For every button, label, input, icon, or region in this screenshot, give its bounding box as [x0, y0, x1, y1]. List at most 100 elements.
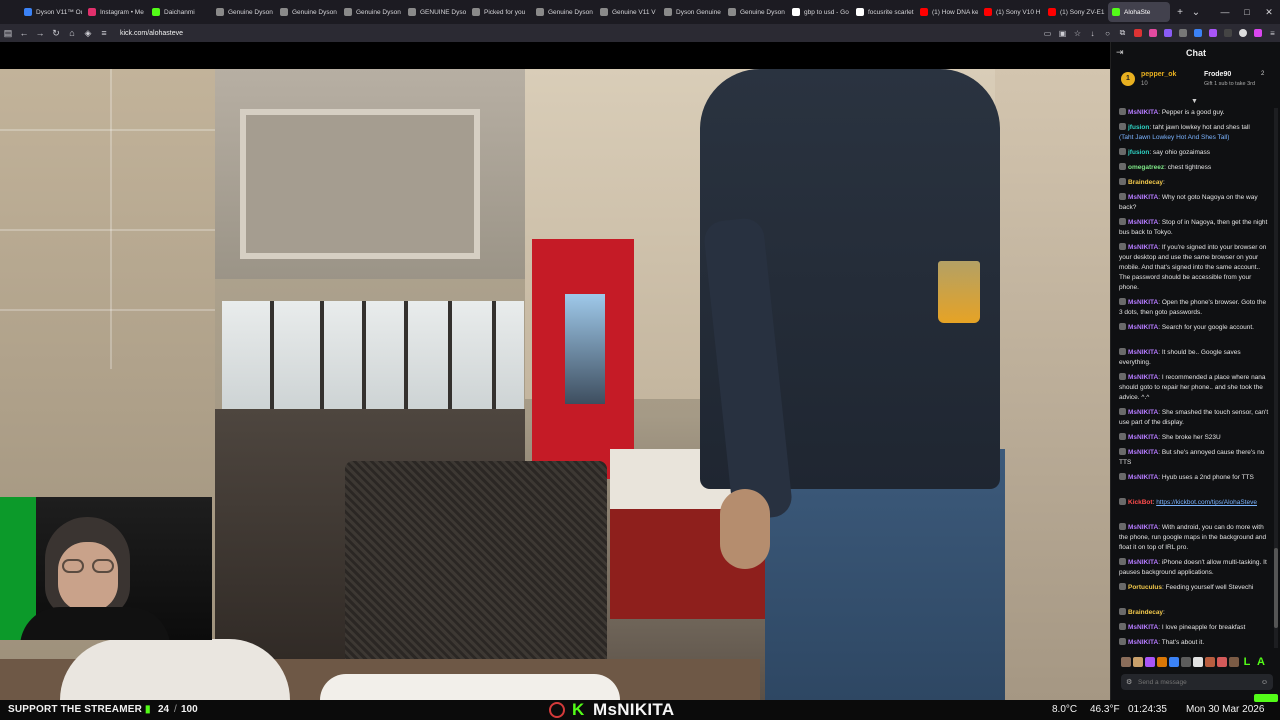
pinned-user-2[interactable]: Frode90	[1204, 71, 1231, 78]
browser-tab[interactable]: gbp to usd - Go	[788, 2, 850, 22]
home-icon[interactable]: ⌂	[64, 28, 80, 38]
send-button[interactable]	[1254, 694, 1278, 702]
shield-icon[interactable]: ◈	[80, 28, 96, 39]
chat-username[interactable]: MsNIKITA	[1128, 244, 1158, 251]
chat-username[interactable]: MsNIKITA	[1128, 434, 1158, 441]
emoji-icon[interactable]: ☺	[1261, 679, 1268, 686]
list-tabs-icon[interactable]: ⌄	[1188, 7, 1204, 18]
browser-tab[interactable]: (1) Sony V10 H	[980, 2, 1042, 22]
reader-view-icon[interactable]: ▭	[1040, 28, 1055, 38]
bookmark-star-icon[interactable]: ☆	[1070, 28, 1085, 38]
emote-icon[interactable]	[1157, 657, 1167, 667]
browser-tab[interactable]: Genuine V11 V	[596, 2, 658, 22]
emote-icon[interactable]	[1133, 657, 1143, 667]
close-icon[interactable]: ✕	[1258, 7, 1280, 18]
chat-username[interactable]: jfusion	[1128, 149, 1149, 156]
chat-username[interactable]: MsNIKITA	[1128, 639, 1158, 646]
browser-tab[interactable]: Dyson Genuine	[660, 2, 722, 22]
browser-tab[interactable]: (1) How DNA ke	[916, 2, 978, 22]
extension-red-icon[interactable]	[1130, 28, 1145, 38]
extension-purple-icon[interactable]	[1160, 28, 1175, 38]
chat-link[interactable]: https://kickbot.com/tips/AlohaSteve	[1156, 499, 1257, 506]
chat-username[interactable]: MsNIKITA	[1128, 624, 1158, 631]
chat-scroll-thumb[interactable]	[1274, 548, 1278, 628]
chat-username[interactable]: MsNIKITA	[1128, 299, 1158, 306]
browser-tab[interactable]: Picked for you	[468, 2, 530, 22]
browser-tab[interactable]: Genuine Dyson	[276, 2, 338, 22]
menu-icon[interactable]: ≡	[1265, 28, 1280, 38]
tab-favicon-icon	[152, 8, 160, 16]
extension-grey-icon[interactable]	[1175, 28, 1190, 38]
chat-username[interactable]: Portuculus	[1128, 584, 1162, 591]
stream-player[interactable]	[0, 42, 1110, 700]
chat-username[interactable]: KickBot	[1128, 499, 1153, 506]
chat-input-box[interactable]: ⚙ ☺	[1121, 674, 1273, 690]
chat-username[interactable]: Braindecay	[1128, 609, 1163, 616]
emote-icon[interactable]	[1229, 657, 1239, 667]
emote-icon[interactable]	[1205, 657, 1215, 667]
back-icon[interactable]: ←	[16, 28, 32, 38]
new-tab-icon[interactable]: +	[1172, 7, 1188, 18]
chat-username[interactable]: MsNIKITA	[1128, 324, 1158, 331]
pinned-user[interactable]: pepper_ok	[1141, 71, 1176, 78]
emote-icon[interactable]	[1181, 657, 1191, 667]
account-icon[interactable]: ○	[1100, 28, 1115, 38]
browser-tab[interactable]: Genuine Dyson	[724, 2, 786, 22]
chat-username[interactable]: MsNIKITA	[1128, 474, 1158, 481]
chat-username[interactable]: omegatreez	[1128, 164, 1164, 171]
browser-tab[interactable]: Genuine Dyson	[532, 2, 594, 22]
chat-message: jfusion: say ohio gozaimass	[1119, 148, 1271, 158]
url-bar[interactable]: kick.com/alohasteve	[120, 30, 1040, 37]
picture-in-picture-icon[interactable]: ▣	[1055, 28, 1070, 38]
chat-username[interactable]: MsNIKITA	[1128, 524, 1158, 531]
reload-icon[interactable]: ↻	[48, 28, 64, 39]
tab-favicon-icon	[856, 8, 864, 16]
chat-username[interactable]: MsNIKITA	[1128, 194, 1158, 201]
extension-magenta-icon[interactable]	[1250, 28, 1265, 38]
chat-title: Chat	[1186, 48, 1206, 58]
chat-username[interactable]: MsNIKITA	[1128, 109, 1158, 116]
forward-icon[interactable]: →	[32, 28, 48, 38]
user-badge-icon	[1119, 298, 1126, 305]
browser-tab[interactable]: Instagram • Me	[84, 2, 146, 22]
chat-username[interactable]: MsNIKITA	[1128, 409, 1158, 416]
extension-pink-icon[interactable]	[1145, 28, 1160, 38]
browser-tab[interactable]: focusrite scarlet	[852, 2, 914, 22]
minimize-icon[interactable]: —	[1214, 7, 1236, 17]
humidity: 46.3°F	[1090, 704, 1120, 715]
site-info-icon[interactable]: ≡	[96, 28, 112, 38]
emote-icon[interactable]	[1145, 657, 1155, 667]
emote-icon[interactable]	[1121, 657, 1131, 667]
chevron-down-icon[interactable]: ▼	[1191, 98, 1198, 105]
extensions-icon[interactable]: ⧉	[1115, 28, 1130, 38]
chat-username[interactable]: MsNIKITA	[1128, 559, 1158, 566]
chat-username[interactable]: jfusion	[1128, 124, 1149, 131]
message-input[interactable]	[1138, 678, 1261, 686]
browser-tab[interactable]: (1) Sony ZV-E1	[1044, 2, 1106, 22]
sidebar-toggle-icon[interactable]: ▤	[0, 28, 16, 39]
emote-icon[interactable]	[1169, 657, 1179, 667]
extension-violet-icon[interactable]	[1205, 28, 1220, 38]
browser-tab[interactable]: GENUINE Dyso	[404, 2, 466, 22]
chat-username[interactable]: MsNIKITA	[1128, 219, 1158, 226]
emote-letter-l[interactable]: L	[1241, 656, 1253, 668]
chat-username[interactable]: MsNIKITA	[1128, 349, 1158, 356]
emote-icon[interactable]	[1217, 657, 1227, 667]
browser-tab[interactable]: Daichanmi	[148, 2, 210, 22]
profile-icon[interactable]	[1235, 28, 1250, 38]
browser-tab[interactable]: Genuine Dyson	[212, 2, 274, 22]
extension-blue-icon[interactable]	[1190, 28, 1205, 38]
chat-username[interactable]: Braindecay	[1128, 179, 1163, 186]
chat-scrollbar[interactable]	[1274, 108, 1278, 648]
emote-letter-a[interactable]: A	[1255, 656, 1267, 668]
browser-tab[interactable]: Dyson V11™ Ou	[20, 2, 82, 22]
browser-tab[interactable]: Genuine Dyson	[340, 2, 402, 22]
emote-icon[interactable]	[1193, 657, 1203, 667]
chat-username[interactable]: MsNIKITA	[1128, 449, 1158, 456]
maximize-icon[interactable]: □	[1236, 7, 1258, 17]
chat-username[interactable]: MsNIKITA	[1128, 374, 1158, 381]
download-icon[interactable]: ↓	[1085, 28, 1100, 38]
chat-settings-icon[interactable]: ⚙	[1126, 678, 1138, 686]
browser-tab[interactable]: AlohaSte	[1108, 2, 1170, 22]
extension-dark-icon[interactable]	[1220, 28, 1235, 38]
